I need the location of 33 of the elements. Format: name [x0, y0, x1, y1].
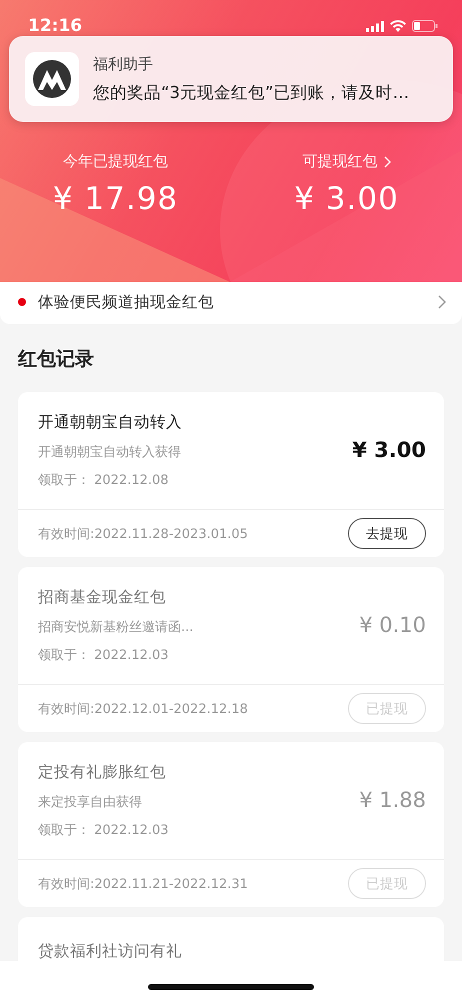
validity-period: 有效时间:2022.11.21-2022.12.31 — [38, 876, 248, 892]
received-date: 领取于： 2022.12.03 — [38, 646, 170, 664]
promo-text: 体验便民频道抽现金红包 — [38, 292, 215, 312]
record-amount: ¥ 1.88 — [359, 788, 426, 812]
section-title: 红包记录 — [18, 347, 95, 372]
chevron-icon — [384, 156, 390, 168]
validity-period: 有效时间:2022.11.28-2023.01.05 — [38, 526, 248, 542]
record-source: 招商安悦新基粉丝邀请函... — [38, 618, 194, 636]
received-date: 领取于： 2022.12.08 — [38, 472, 170, 488]
record-title: 定投有礼膨胀红包 — [38, 762, 167, 782]
home-indicator[interactable] — [148, 984, 314, 990]
validity-period: 有效时间:2022.12.01-2022.12.18 — [38, 700, 248, 718]
record-amount: ¥ 3.00 — [352, 438, 426, 462]
record-title: 开通朝朝宝自动转入 — [38, 412, 183, 432]
signal-icon — [366, 20, 384, 32]
wifi-icon — [390, 20, 406, 32]
battery-icon — [412, 20, 438, 32]
record-amount: ¥ 0.10 — [359, 613, 426, 637]
promo-banner[interactable]: 体验便民频道抽现金红包 — [0, 280, 462, 324]
notification-message: 您的奖品“3元现金红包”已到账，请及时… — [93, 82, 410, 104]
status-time: 12:16 — [28, 16, 82, 36]
record-title: 招商基金现金红包 — [38, 586, 167, 608]
record-source: 来定投享自由获得 — [38, 794, 143, 810]
received-date: 领取于： 2022.12.03 — [38, 822, 170, 838]
chevron-icon — [438, 295, 446, 309]
stat-label: 今年已提现红包 — [63, 152, 168, 171]
notification-banner[interactable]: 福利助手 您的奖品“3元现金红包”已到账，请及时… — [9, 36, 453, 122]
notification-app-name: 福利助手 — [93, 54, 154, 74]
record-source: 开通朝朝宝自动转入获得 — [38, 444, 182, 460]
record-title: 贷款福利社访问有礼 — [38, 941, 182, 962]
stat-amount: ¥ 17.98 — [52, 181, 178, 217]
stat-amount: ¥ 3.00 — [294, 181, 399, 217]
withdraw-button[interactable]: 去提现 — [348, 518, 426, 549]
